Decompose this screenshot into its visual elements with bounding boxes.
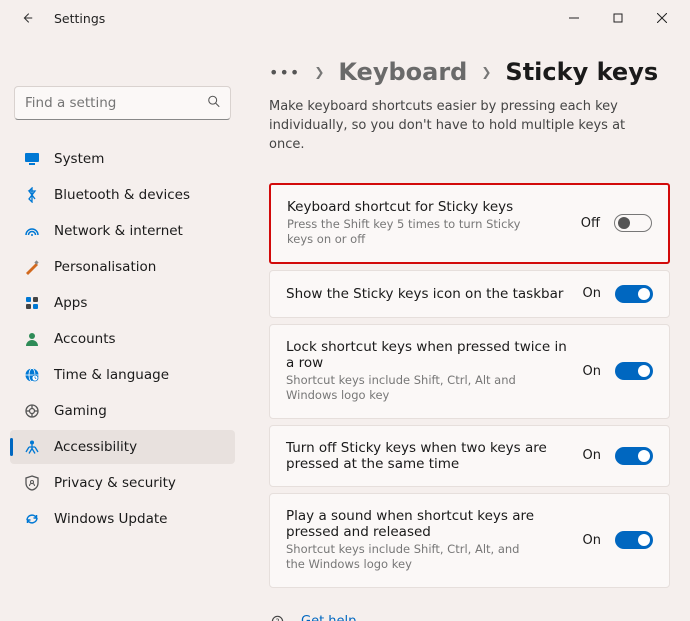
breadcrumb: ••• ❯ Keyboard ❯ Sticky keys xyxy=(269,58,670,86)
link-label: Get help xyxy=(301,614,356,621)
sidebar-item-label: Bluetooth & devices xyxy=(54,187,190,203)
gaming-icon xyxy=(24,403,40,419)
sidebar-item-time-language[interactable]: Time & language xyxy=(10,358,235,392)
setting-subtitle: Shortcut keys include Shift, Ctrl, Alt a… xyxy=(286,373,536,404)
sidebar-item-label: Accounts xyxy=(54,331,116,347)
breadcrumb-current: Sticky keys xyxy=(505,58,658,86)
toggle-state-label: On xyxy=(583,448,601,463)
sidebar-item-network-internet[interactable]: Network & internet xyxy=(10,214,235,248)
maximize-icon xyxy=(613,13,623,23)
toggle-state-label: Off xyxy=(581,216,600,231)
maximize-button[interactable] xyxy=(596,3,640,33)
sidebar-item-label: Time & language xyxy=(54,367,169,383)
sidebar-item-label: Network & internet xyxy=(54,223,183,239)
toggle-switch[interactable] xyxy=(614,214,652,232)
sidebar-item-windows-update[interactable]: Windows Update xyxy=(10,502,235,536)
breadcrumb-parent[interactable]: Keyboard xyxy=(338,58,467,86)
sidebar-item-label: Windows Update xyxy=(54,511,167,527)
chevron-right-icon: ❯ xyxy=(314,65,324,79)
back-button[interactable] xyxy=(18,9,36,27)
sidebar-item-system[interactable]: System xyxy=(10,142,235,176)
sidebar-item-label: Apps xyxy=(54,295,87,311)
setting-card: Play a sound when shortcut keys are pres… xyxy=(269,493,670,588)
setting-subtitle: Press the Shift key 5 times to turn Stic… xyxy=(287,217,537,248)
arrow-left-icon xyxy=(20,11,34,25)
toggle-state-label: On xyxy=(583,533,601,548)
privacy-security-icon xyxy=(24,475,40,491)
svg-text:?: ? xyxy=(275,617,279,621)
setting-card: Turn off Sticky keys when two keys are p… xyxy=(269,425,670,487)
sidebar-item-bluetooth-devices[interactable]: Bluetooth & devices xyxy=(10,178,235,212)
page-description: Make keyboard shortcuts easier by pressi… xyxy=(269,98,649,155)
sidebar-item-label: Accessibility xyxy=(54,439,137,455)
apps-icon xyxy=(24,295,40,311)
sidebar-nav: System Bluetooth & devices Network & inter… xyxy=(10,142,235,536)
setting-title: Show the Sticky keys icon on the taskbar xyxy=(286,286,569,302)
windows-update-icon xyxy=(24,511,40,527)
close-button[interactable] xyxy=(640,3,684,33)
sidebar-item-personalisation[interactable]: Personalisation xyxy=(10,250,235,284)
network-internet-icon xyxy=(24,223,40,239)
time-language-icon xyxy=(24,367,40,383)
sidebar-item-accessibility[interactable]: Accessibility xyxy=(10,430,235,464)
setting-card: Keyboard shortcut for Sticky keys Press t… xyxy=(269,183,670,264)
sidebar-item-apps[interactable]: Apps xyxy=(10,286,235,320)
setting-title: Play a sound when shortcut keys are pres… xyxy=(286,508,569,540)
setting-card: Show the Sticky keys icon on the taskbar… xyxy=(269,270,670,318)
system-icon xyxy=(24,151,40,167)
help-icon: ? xyxy=(269,614,285,621)
toggle-switch[interactable] xyxy=(615,447,653,465)
sidebar-item-label: Gaming xyxy=(54,403,107,419)
bluetooth-devices-icon xyxy=(24,187,40,203)
toggle-state-label: On xyxy=(583,286,601,301)
setting-title: Turn off Sticky keys when two keys are p… xyxy=(286,440,569,472)
chevron-right-icon: ❯ xyxy=(481,65,491,79)
setting-title: Lock shortcut keys when pressed twice in… xyxy=(286,339,569,371)
setting-card: Lock shortcut keys when pressed twice in… xyxy=(269,324,670,419)
get-help-link[interactable]: ? Get help xyxy=(269,614,670,621)
toggle-switch[interactable] xyxy=(615,531,653,549)
minimize-button[interactable] xyxy=(552,3,596,33)
sidebar-item-gaming[interactable]: Gaming xyxy=(10,394,235,428)
sidebar-item-label: Personalisation xyxy=(54,259,156,275)
accessibility-icon xyxy=(24,439,40,455)
accounts-icon xyxy=(24,331,40,347)
setting-subtitle: Shortcut keys include Shift, Ctrl, Alt, … xyxy=(286,542,536,573)
sidebar-item-label: System xyxy=(54,151,104,167)
toggle-state-label: On xyxy=(583,364,601,379)
toggle-switch[interactable] xyxy=(615,285,653,303)
sidebar-item-accounts[interactable]: Accounts xyxy=(10,322,235,356)
personalisation-icon xyxy=(24,259,40,275)
close-icon xyxy=(657,13,667,23)
search-input[interactable] xyxy=(14,86,231,120)
sidebar-item-privacy-security[interactable]: Privacy & security xyxy=(10,466,235,500)
breadcrumb-ellipsis[interactable]: ••• xyxy=(269,63,300,82)
minimize-icon xyxy=(569,13,579,23)
toggle-switch[interactable] xyxy=(615,362,653,380)
window-title: Settings xyxy=(54,11,105,26)
setting-title: Keyboard shortcut for Sticky keys xyxy=(287,199,567,215)
search-icon xyxy=(207,94,221,113)
sidebar-item-label: Privacy & security xyxy=(54,475,176,491)
